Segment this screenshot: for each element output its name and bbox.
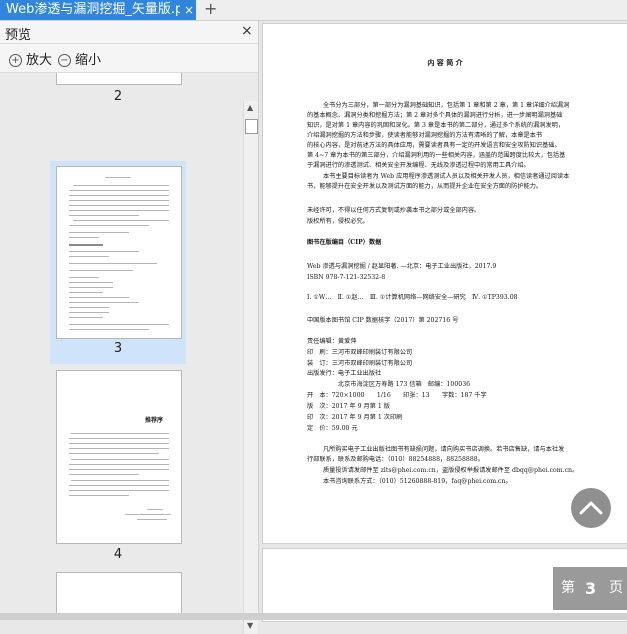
page-indicator: 第 3 页: [553, 567, 627, 610]
thumbnail-list: 2 3 推荐序 4: [0, 73, 242, 620]
page-indicator-suffix: 页: [609, 580, 623, 596]
thumbnail-scrollbar[interactable]: ▲ ▼: [243, 101, 258, 634]
sidebar-header: 预览 ×: [0, 21, 258, 44]
zoom-in-icon: +: [9, 54, 22, 67]
scroll-up-icon[interactable]: ▲: [247, 103, 253, 112]
cip-line: 中国版本图书馆 CIP 数据核字（2017）第 202716 号: [307, 317, 459, 324]
body-line: 于漏洞进行的渗透测试、相关安全开发编程、无线及渗透过程中的常用工具介绍。: [307, 162, 530, 169]
pub-line: 印 次：2017 年 9 月第 1 次印刷: [307, 414, 403, 421]
thumbnail-heading-4: 推荐序: [145, 417, 164, 424]
back-to-top-button[interactable]: [571, 488, 611, 528]
pub-line: 版 次：2017 年 9 月第 1 版: [307, 403, 390, 410]
document-tab[interactable]: Web渗透与漏洞挖掘_矢量版.pdf ×: [0, 0, 196, 20]
page-thumbnail-4[interactable]: 推荐序: [56, 370, 182, 544]
zoom-toolbar: + 放大 − 缩小: [0, 44, 258, 73]
preview-sidebar: 预览 × + 放大 − 缩小 2 3 推荐序 4 ▲ ▼: [0, 21, 259, 634]
pub-line: 装 订：三河市双峰印刷装订有限公司: [307, 360, 413, 367]
pub-line: 开 本：720×1000 1/16 印张：13 字数：187 千字: [307, 392, 487, 399]
page-thumbnail-2[interactable]: [56, 73, 182, 85]
cip-line: Web 渗透与漏洞挖掘 / 赵显阳著. —北京：电子工业出版社，2017.9: [307, 263, 497, 270]
zoom-out-icon: −: [58, 54, 71, 67]
tab-close-icon[interactable]: ×: [184, 0, 194, 20]
document-viewer[interactable]: 内 容 简 介 全书分为三部分，第一部分为漏洞基础知识，包括第 1 章和第 2 …: [259, 21, 627, 622]
thumbnail-label-2: 2: [113, 89, 123, 104]
scroll-down-icon[interactable]: ▼: [247, 621, 253, 630]
thumbnail-label-3: 3: [113, 341, 123, 356]
page-thumbnail-3[interactable]: [56, 166, 182, 339]
page-heading: 内 容 简 介: [427, 58, 463, 67]
tab-bar: Web渗透与漏洞挖掘_矢量版.pdf × +: [0, 0, 627, 21]
new-tab-icon[interactable]: +: [204, 0, 217, 18]
cip-title: 图书在版编目（CIP）数据: [307, 239, 382, 246]
notice-line: 行部联系，联系及邮购电话：（010）88254888，88258888。: [307, 456, 484, 463]
body-line: 介绍漏洞挖掘的方法和步骤，使读者能够对漏洞挖掘的方法有清晰的了解，本章是本书: [307, 132, 543, 139]
body-line: 书，能够提升在安全开发以及测试方面的能力，从而提升企业在安全方面的防护能力。: [307, 183, 543, 190]
cip-line: Ⅰ. ①W… Ⅱ. ①赵… Ⅲ. ①计算机网络—网络安全—研究 Ⅳ. ①TP39…: [307, 294, 518, 301]
pub-line: 印 刷：三河市双峰印刷装订有限公司: [307, 349, 413, 356]
document-page-3: 内 容 简 介 全书分为三部分，第一部分为漏洞基础知识，包括第 1 章和第 2 …: [262, 23, 627, 544]
body-line: 本书主要目标读者为 Web 应用程序渗透测试人员以及相关开发人员，相信读者通过阅…: [323, 173, 570, 180]
body-line: 全书分为三部分，第一部分为漏洞基础知识，包括第 1 章和第 2 章，第 1 章详…: [323, 102, 570, 109]
chevron-up-icon: [579, 501, 603, 515]
zoom-in-button[interactable]: + 放大: [9, 49, 53, 68]
zoom-out-button[interactable]: − 缩小: [58, 49, 102, 68]
body-line: 的基本概念、漏洞分类和挖掘方法；第 2 章对多个具体的漏洞进行分析，进一步阐明漏…: [307, 112, 563, 119]
zoom-out-label: 缩小: [75, 53, 102, 68]
page-content: 内 容 简 介 全书分为三部分，第一部分为漏洞基础知识，包括第 1 章和第 2 …: [263, 24, 627, 543]
thumbnail-label-4: 4: [113, 547, 123, 562]
pub-line: 出版发行：电子工业出版社: [307, 370, 382, 377]
body-line: 知识，是对第 1 章内容的巩固和深化。第 3 章是本书的第二部分，通过多个系统的…: [307, 122, 565, 129]
copyright-line: 未经许可，不得以任何方式复制或抄袭本书之部分或全部内容。: [307, 207, 481, 214]
page-indicator-prefix: 第: [561, 580, 575, 596]
body-line: 的核心内容，是对前述方法的具体应用，需要读者具有一定的开发语言和安全攻防知识基础…: [307, 142, 561, 149]
scrollbar-thumb[interactable]: [245, 119, 258, 134]
page-indicator-number: 3: [585, 579, 597, 598]
pub-line: 北京市海淀区万寿路 173 信箱 邮编：100036: [307, 381, 471, 388]
sidebar-close-icon[interactable]: ×: [241, 23, 253, 39]
cip-line: ISBN 978-7-121-32532-8: [307, 274, 386, 281]
zoom-in-label: 放大: [26, 53, 53, 68]
horizontal-scrollbar[interactable]: [0, 613, 627, 620]
notice-line: 本书咨询联系方式：（010）51260888-819，faq@phei.com.…: [323, 478, 512, 485]
document-tab-title: Web渗透与漏洞挖掘_矢量版.pdf: [6, 2, 180, 17]
pub-line: 责任编辑：黄爱萍: [307, 338, 357, 345]
pub-line: 定 价：59.00 元: [307, 425, 358, 432]
sidebar-title: 预览: [5, 28, 32, 43]
notice-line: 凡所购买电子工业出版社图书有缺损问题，请向购买书店调换。若书店售缺，请与本社发: [323, 446, 565, 453]
notice-line: 质量投诉请发邮件至 zlts@phei.com.cn，盗版侵权举报请发邮件至 d…: [323, 467, 579, 474]
body-line: 第 4~7 章为本书的第三部分，介绍漏洞利用的一些相关内容，涵盖的范围跨度比较大…: [307, 152, 566, 159]
copyright-line: 版权所有，侵权必究。: [307, 218, 369, 225]
